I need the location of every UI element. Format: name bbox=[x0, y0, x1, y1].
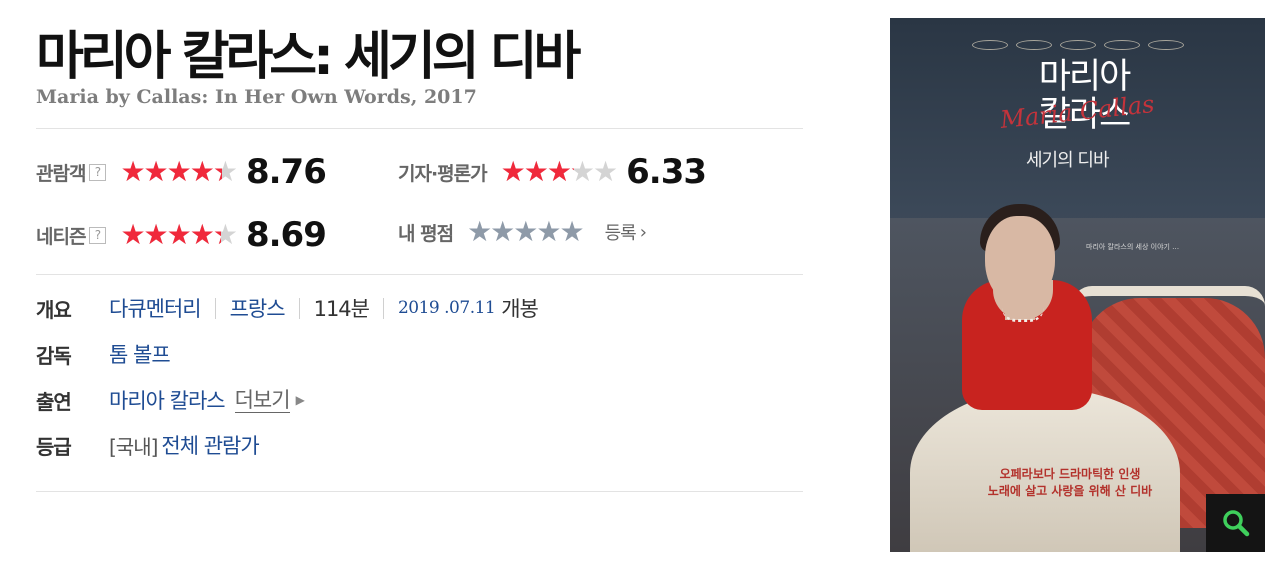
grade-label: 등급 bbox=[36, 434, 72, 459]
netizen-stars: ★★★★★★★★★★ bbox=[120, 218, 238, 251]
separator bbox=[382, 297, 384, 319]
director-link[interactable]: 톰 볼프 bbox=[109, 339, 171, 369]
movie-title: 마리아 칼라스: 세기의 디바 bbox=[36, 27, 581, 87]
question-mark-icon[interactable]: ? bbox=[89, 163, 107, 181]
genre-link[interactable]: 다큐멘터리 bbox=[109, 293, 202, 323]
critic-rating-label: 기자·평론가 bbox=[398, 162, 488, 185]
runtime: 114분 bbox=[313, 297, 370, 321]
netizen-rating: 네티즌 ? ★★★★★★★★★★ 8.69 bbox=[36, 215, 327, 255]
movie-original-title: Maria by Callas: In Her Own Words, 2017 bbox=[36, 86, 477, 108]
release-date-link[interactable]: 2019 .07.11 bbox=[398, 298, 496, 318]
magnifier-icon bbox=[1222, 510, 1249, 537]
divider bbox=[36, 128, 803, 129]
overview-label: 개요 bbox=[36, 297, 72, 322]
director-label: 감독 bbox=[36, 343, 72, 368]
poster-zoom-button[interactable] bbox=[1206, 494, 1265, 552]
netizen-score: 8.69 bbox=[245, 215, 327, 255]
poster-subtitle: 세기의 디바 bbox=[1026, 150, 1110, 171]
register-rating-link[interactable]: 등록 › bbox=[604, 219, 647, 245]
poster-small-text: 마리아 칼라스의 세상 이야기 … bbox=[1086, 243, 1180, 251]
register-rating-label: 등록 bbox=[604, 223, 637, 244]
my-rating-stars[interactable]: ★★★★★ bbox=[467, 217, 585, 247]
critic-score: 6.33 bbox=[626, 152, 707, 192]
audience-rating: 관람객 ? ★★★★★★★★★★ 8.76 bbox=[36, 152, 327, 192]
separator bbox=[214, 297, 216, 319]
portrait-illustration bbox=[985, 216, 1055, 306]
cast-row: 출연 마리아 칼라스 더보기 ▶ bbox=[36, 385, 305, 415]
my-rating: 내 평점 ★★★★★ 등록 › bbox=[398, 217, 647, 247]
question-mark-icon[interactable]: ? bbox=[89, 226, 107, 244]
my-rating-label: 내 평점 bbox=[398, 222, 454, 245]
more-cast-link[interactable]: 더보기 bbox=[234, 388, 291, 413]
cast-label: 출연 bbox=[36, 389, 72, 414]
critic-rating: 기자·평론가 ★★★★★★★★★★ 6.33 bbox=[398, 152, 707, 192]
divider bbox=[36, 491, 803, 492]
audience-score: 8.76 bbox=[245, 152, 327, 192]
divider bbox=[36, 274, 803, 275]
audience-stars: ★★★★★★★★★★ bbox=[120, 155, 238, 188]
audience-rating-label: 관람객 bbox=[36, 162, 86, 185]
netizen-rating-label: 네티즌 bbox=[36, 225, 86, 248]
caret-right-icon: ▶ bbox=[295, 393, 305, 407]
grade-row: 등급 [국내] 전체 관람가 bbox=[36, 430, 260, 460]
chevron-right-icon: › bbox=[639, 221, 647, 243]
separator bbox=[298, 297, 300, 319]
grade-link[interactable]: 전체 관람가 bbox=[161, 430, 259, 460]
movie-poster[interactable]: 마리아 칼라스 Maria Callas 세기의 디바 마리아 칼라스의 세상 … bbox=[890, 18, 1265, 552]
critic-stars: ★★★★★★★★★★ bbox=[500, 155, 619, 188]
overview-row: 개요 다큐멘터리 프랑스 114분 2019 .07.11 개봉 bbox=[36, 293, 539, 323]
country-link[interactable]: 프랑스 bbox=[230, 293, 286, 323]
poster-tagline: 오페라보다 드라마틱한 인생 노래에 살고 사랑을 위해 산 디바 bbox=[987, 467, 1153, 498]
release-suffix: 개봉 bbox=[501, 297, 539, 321]
cast-link[interactable]: 마리아 칼라스 bbox=[109, 385, 226, 415]
award-laurels bbox=[890, 40, 1265, 50]
grade-prefix: [국내] bbox=[109, 434, 158, 459]
director-row: 감독 톰 볼프 bbox=[36, 339, 171, 369]
